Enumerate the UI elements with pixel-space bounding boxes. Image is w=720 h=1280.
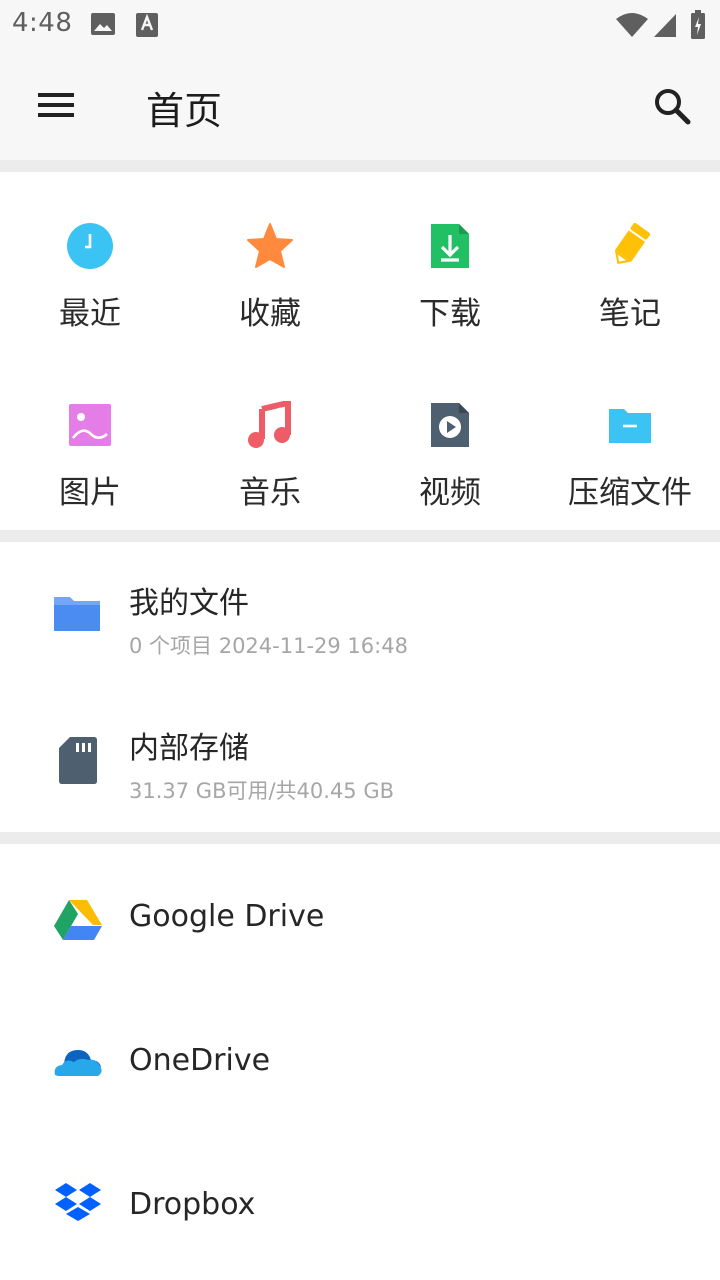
category-label: 最近: [59, 296, 121, 332]
google-drive-icon: [54, 900, 102, 940]
category-label: 音乐: [239, 475, 301, 511]
cloud-item-google-drive[interactable]: Google Drive: [0, 844, 720, 988]
status-time: 4:48: [12, 8, 73, 38]
category-label: 视频: [419, 475, 481, 511]
category-label: 图片: [59, 475, 121, 511]
category-label: 压缩文件: [568, 475, 692, 511]
storage-item-internal[interactable]: 内部存储 31.37 GB可用/共40.45 GB: [0, 687, 720, 832]
menu-button[interactable]: [26, 78, 86, 132]
category-images[interactable]: 图片: [0, 351, 180, 530]
category-videos[interactable]: 视频: [360, 351, 540, 530]
battery-icon: [690, 10, 706, 44]
clock-icon: [67, 223, 113, 269]
video-file-icon: [431, 403, 469, 447]
search-button[interactable]: [644, 78, 700, 134]
download-file-icon: [431, 224, 469, 268]
star-icon: [247, 223, 293, 268]
storage-name: 内部存储: [129, 731, 249, 766]
page-title: 首页: [146, 89, 223, 133]
onedrive-icon: [54, 1050, 102, 1076]
section-divider: [0, 160, 720, 172]
category-label: 收藏: [239, 296, 301, 332]
app-bar: 首页: [0, 50, 720, 160]
category-downloads[interactable]: 下载: [360, 172, 540, 351]
search-icon: [655, 89, 691, 125]
pencil-icon: [614, 223, 651, 265]
storage-item-my-files[interactable]: 我的文件 0 个项目 2024-11-29 16:48: [0, 542, 720, 687]
sd-card-icon: [59, 737, 97, 784]
storage-detail: 31.37 GB可用/共40.45 GB: [129, 779, 395, 803]
status-bar: 4:48: [0, 0, 720, 50]
section-divider: [0, 832, 720, 844]
category-grid: 最近 收藏 下载 笔记 图片 音乐 视频 压缩文件: [0, 172, 720, 530]
folder-icon: [54, 597, 100, 631]
category-label: 下载: [419, 296, 481, 332]
category-archives[interactable]: 压缩文件: [540, 351, 720, 530]
storage-name: 我的文件: [129, 586, 249, 621]
wifi-icon: [615, 12, 649, 42]
hamburger-menu-icon: [38, 93, 74, 117]
archive-folder-icon: [609, 409, 651, 443]
section-divider: [0, 530, 720, 542]
signal-icon: [652, 12, 678, 42]
music-note-icon: [248, 401, 291, 448]
cloud-name: OneDrive: [129, 1043, 271, 1078]
category-recent[interactable]: 最近: [0, 172, 180, 351]
category-label: 笔记: [599, 296, 661, 332]
storage-detail: 0 个项目 2024-11-29 16:48: [129, 634, 408, 658]
category-music[interactable]: 音乐: [180, 351, 360, 530]
category-favorites[interactable]: 收藏: [180, 172, 360, 351]
cloud-name: Google Drive: [129, 899, 325, 934]
cloud-item-onedrive[interactable]: OneDrive: [0, 988, 720, 1132]
category-notes[interactable]: 笔记: [540, 172, 720, 351]
image-icon: [69, 404, 111, 446]
cloud-item-dropbox[interactable]: Dropbox: [0, 1132, 720, 1276]
cloud-name: Dropbox: [129, 1187, 256, 1222]
image-icon: [90, 12, 116, 40]
text-a-icon: [135, 12, 159, 42]
dropbox-icon: [55, 1183, 101, 1221]
home-screen: 4:48 首页 最近 收藏 下载 笔记 图片 音乐 视频 压缩文件 我的文件 0…: [0, 0, 720, 1280]
